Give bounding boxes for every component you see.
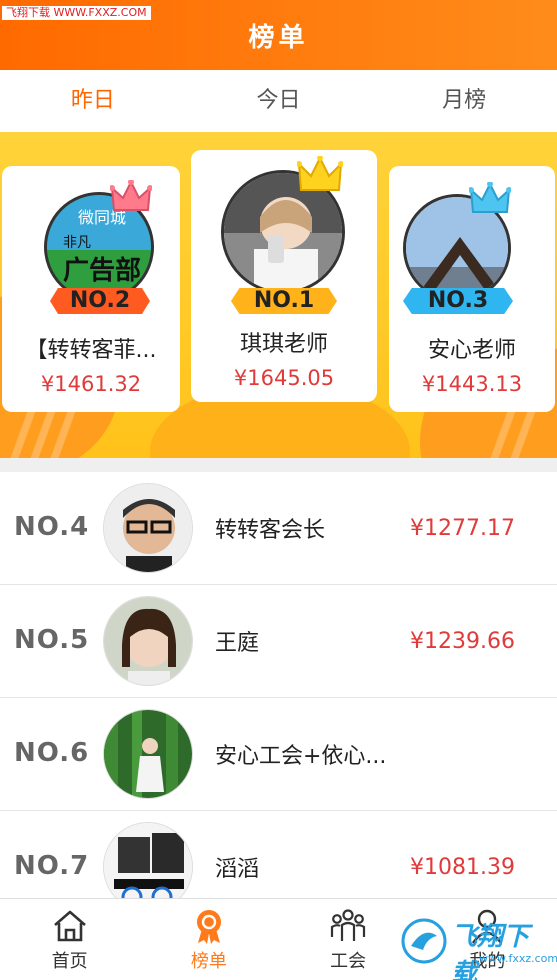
top3-podium: 微同城 非凡 广告部 NO.2 【转转客菲... ¥1461.32 NO.1 琪… xyxy=(0,132,557,458)
tab-yesterday[interactable]: 昨日 xyxy=(0,70,186,132)
app-header: 飞翔下载 WWW.FXXZ.COM 榜单 xyxy=(0,0,557,70)
watermark-text: 飞翔下载 xyxy=(451,922,530,980)
list-item[interactable]: NO.4 转转客会长 ¥1277.17 xyxy=(0,472,557,585)
rank-label: NO.6 xyxy=(14,738,90,768)
rank-badge: NO.2 xyxy=(50,288,150,314)
user-name: 安心工会+依心... xyxy=(215,744,387,769)
user-name: 转转客会长 xyxy=(215,518,326,543)
watermark-bottom: 飞翔下载 www.fxxz.com xyxy=(401,912,557,980)
nav-label: 工会 xyxy=(330,951,367,972)
user-name: 安心老师 xyxy=(427,338,516,363)
podium-card-rank2[interactable]: 微同城 非凡 广告部 NO.2 【转转客菲... ¥1461.32 xyxy=(2,166,180,412)
avatar xyxy=(103,483,193,573)
nav-label: 首页 xyxy=(51,951,88,972)
avatar-text-3: 广告部 xyxy=(63,256,141,286)
amount: ¥1239.66 xyxy=(410,629,515,654)
user-name: 王庭 xyxy=(215,631,260,656)
group-icon xyxy=(331,909,366,941)
amount: ¥1645.05 xyxy=(233,366,335,390)
amount: ¥1277.17 xyxy=(410,516,515,541)
page-title: 榜单 xyxy=(248,23,309,53)
user-name: 【转转客菲... xyxy=(25,338,157,363)
period-tabs: 昨日 今日 月榜 xyxy=(0,70,557,132)
crown-silver-icon xyxy=(110,180,152,211)
crown-gold-icon xyxy=(297,156,343,191)
rank-label: NO.5 xyxy=(14,625,90,655)
list-item[interactable]: NO.6 安心工会+依心... xyxy=(0,698,557,811)
rank-label: NO.7 xyxy=(14,851,90,881)
rank-badge: NO.3 xyxy=(403,288,513,314)
avatar xyxy=(103,596,193,686)
amount: ¥1461.32 xyxy=(40,372,142,396)
watermark-logo-icon xyxy=(401,918,447,964)
home-icon xyxy=(53,910,86,942)
amount: ¥1443.13 xyxy=(421,372,523,396)
podium-card-rank3[interactable]: NO.3 安心老师 ¥1443.13 xyxy=(389,166,555,412)
watermark-sub: www.fxxz.com xyxy=(479,952,557,965)
avatar-text-2: 非凡 xyxy=(63,235,91,251)
amount: ¥1081.39 xyxy=(410,855,515,880)
rank-badge: NO.1 xyxy=(231,288,337,314)
nav-label: 榜单 xyxy=(190,951,227,972)
ranking-list: NO.4 转转客会长 ¥1277.17 NO.5 王庭 ¥1239.66 NO.… xyxy=(0,472,557,924)
nav-home[interactable]: 首页 xyxy=(0,899,139,980)
nav-guild[interactable]: 工会 xyxy=(279,899,418,980)
avatar xyxy=(103,709,193,799)
user-name: 琪琪老师 xyxy=(239,332,328,357)
medal-icon xyxy=(196,910,221,944)
divider xyxy=(0,458,557,472)
tab-today[interactable]: 今日 xyxy=(186,70,372,132)
rank-label: NO.4 xyxy=(14,512,90,542)
crown-blue-icon xyxy=(469,182,511,213)
tab-month[interactable]: 月榜 xyxy=(371,70,557,132)
nav-ranking[interactable]: 榜单 xyxy=(139,899,278,980)
list-item[interactable]: NO.5 王庭 ¥1239.66 xyxy=(0,585,557,698)
podium-card-rank1[interactable]: NO.1 琪琪老师 ¥1645.05 xyxy=(191,150,377,402)
user-name: 滔滔 xyxy=(215,857,260,882)
